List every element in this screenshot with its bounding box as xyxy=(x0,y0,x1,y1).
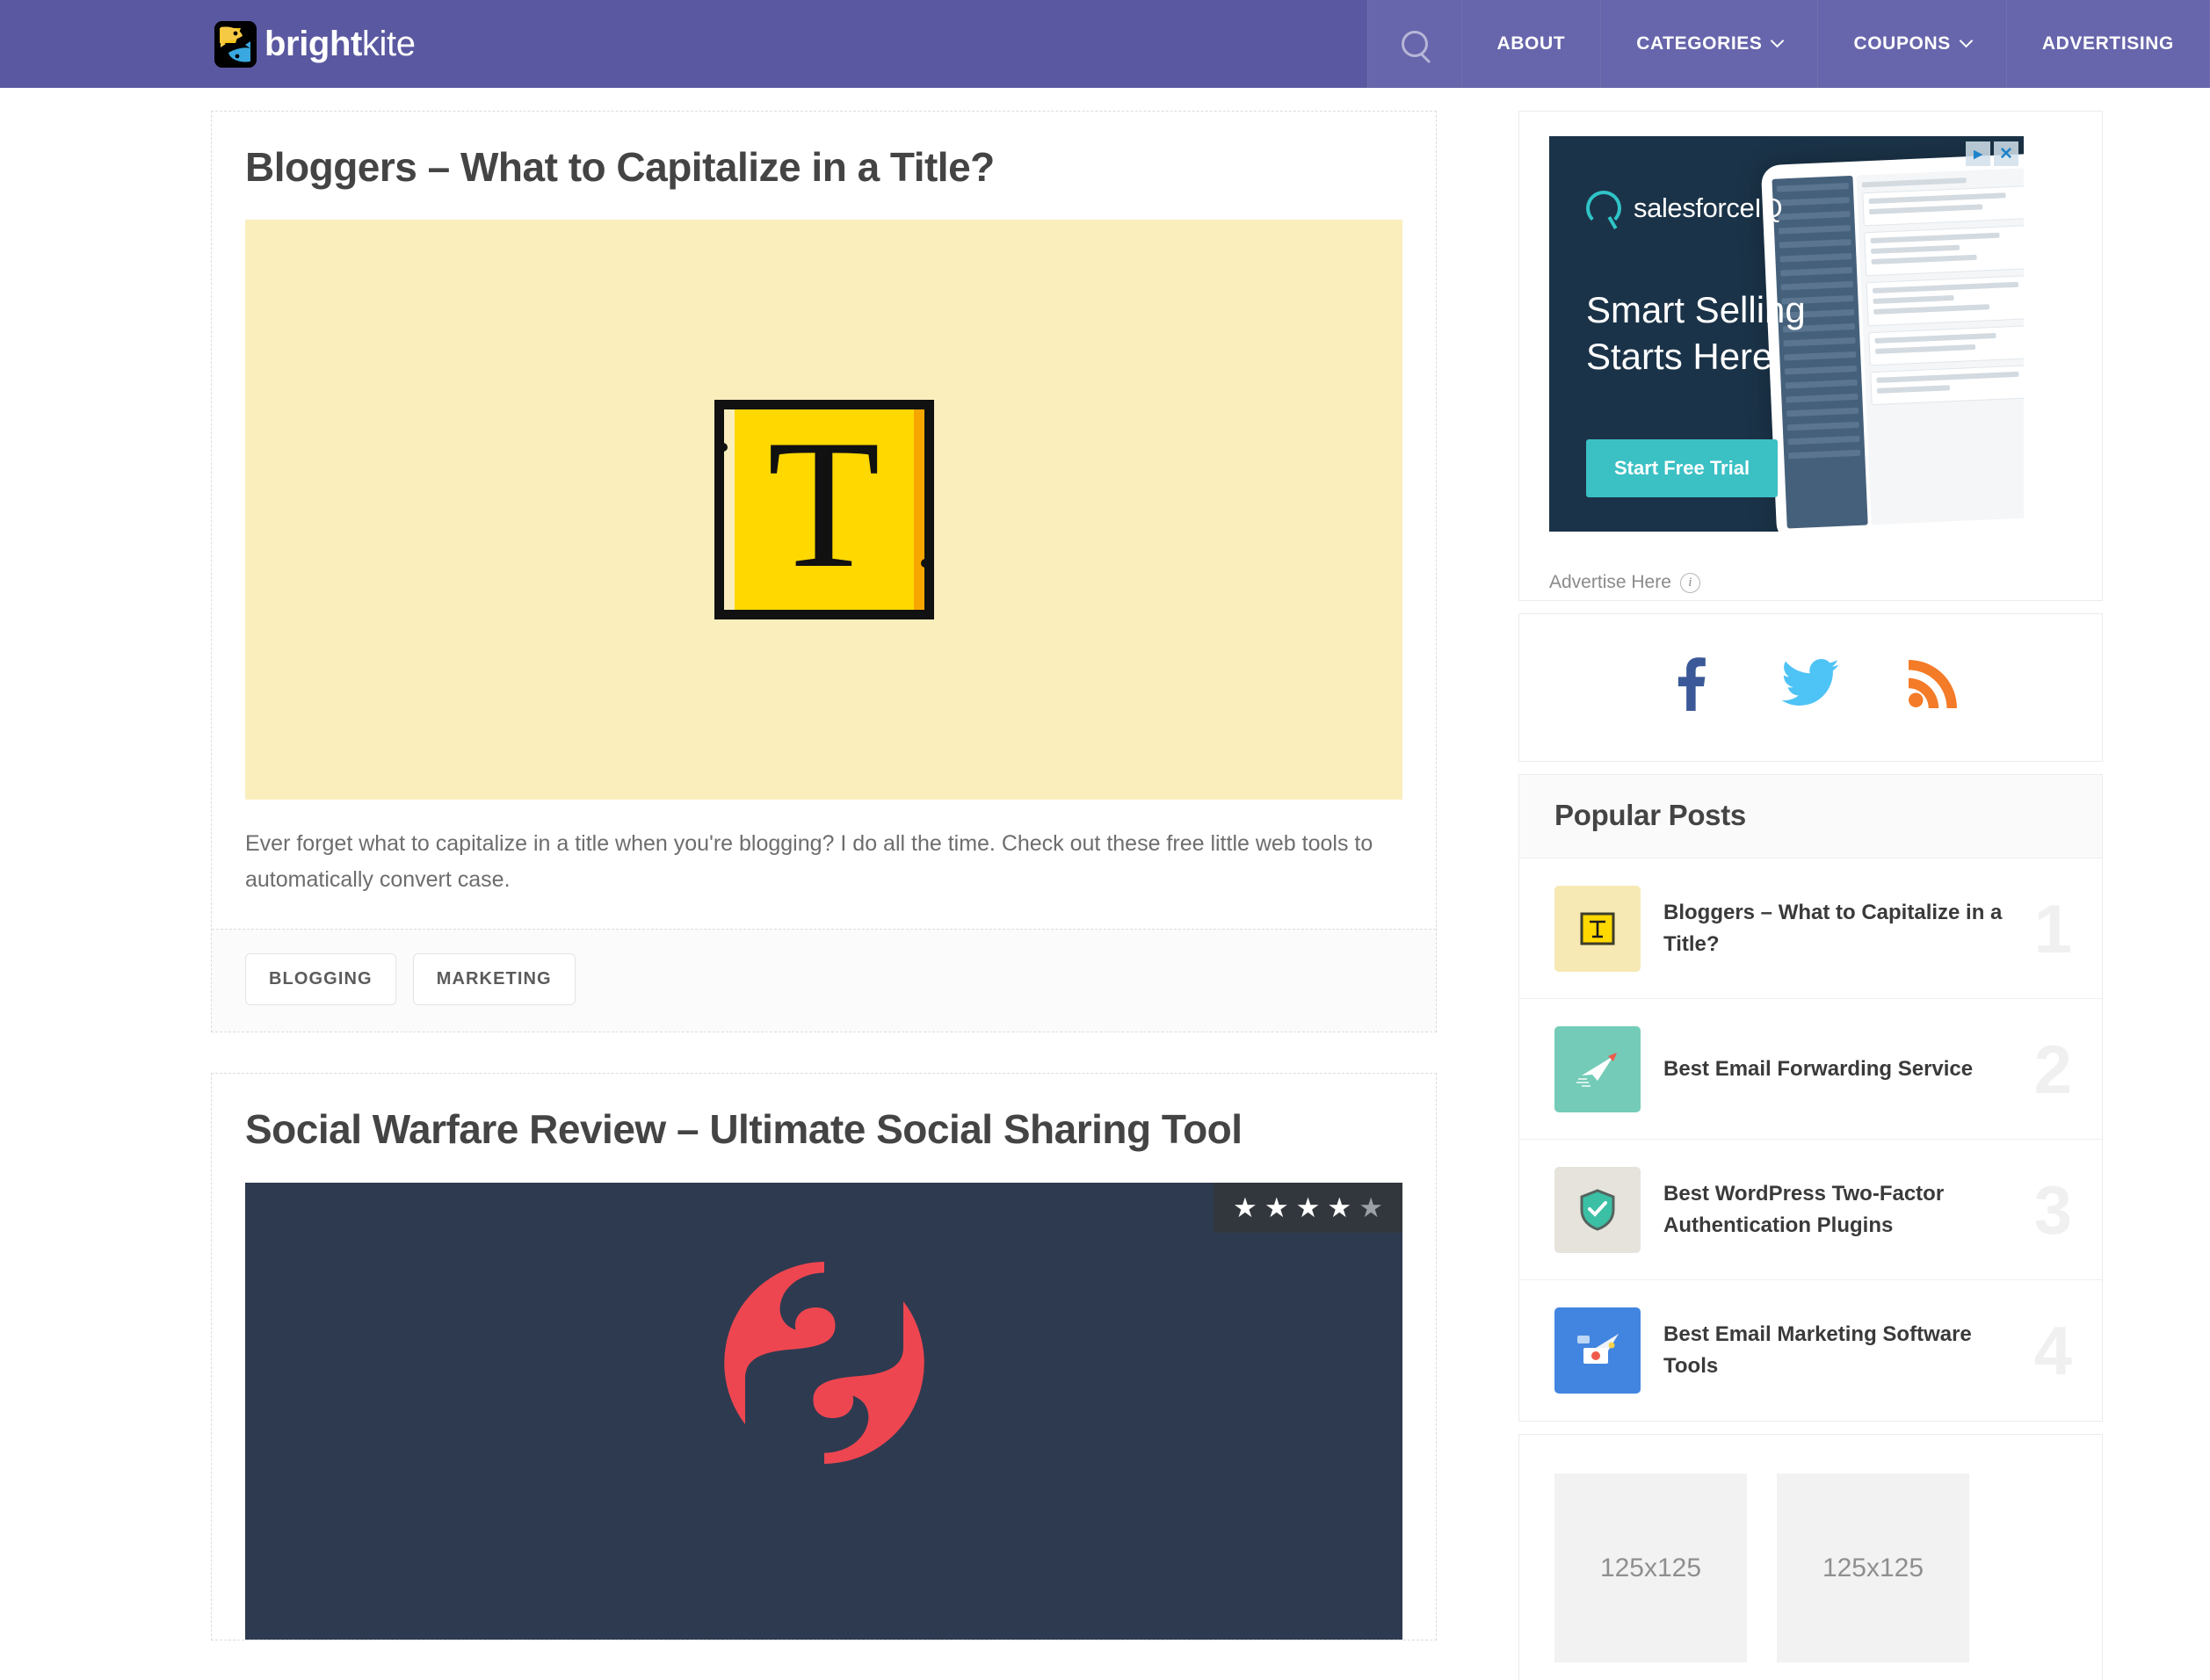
ad-brand: salesforceIQ xyxy=(1586,191,1783,226)
adchoices-icon[interactable]: ▸ xyxy=(1966,141,1990,166)
nav-label: ABOUT xyxy=(1496,33,1566,54)
search-button[interactable] xyxy=(1366,0,1462,88)
site-logo[interactable]: brightkite xyxy=(0,0,416,88)
advertise-here-label: Advertise Here xyxy=(1549,572,1671,592)
ad-headline-line1: Smart Selling xyxy=(1586,289,1806,330)
ad-controls: ▸ ✕ xyxy=(1966,141,2018,166)
popular-post-rank: 4 xyxy=(2033,1312,2072,1389)
advertisement-banner[interactable]: ▸ ✕ salesforceIQ Smart Selling Starts He… xyxy=(1549,136,2024,532)
two-fish-icon xyxy=(214,20,257,68)
popular-post-title: Best WordPress Two-Factor Authentication… xyxy=(1663,1181,1945,1237)
nav-item-about[interactable]: ABOUT xyxy=(1461,0,1602,88)
nav-item-categories[interactable]: CATEGORIES xyxy=(1601,0,1819,88)
popular-posts-header: Popular Posts xyxy=(1519,775,2102,858)
popular-posts-widget: Popular Posts Bloggers – What to Capital… xyxy=(1518,774,2103,1422)
ad-brand-name: salesforceIQ xyxy=(1634,192,1783,223)
primary-navigation: ABOUT CATEGORIES COUPONS ADVERTISING xyxy=(1366,0,2210,88)
popular-post-item[interactable]: Best Email Marketing Software Tools 4 xyxy=(1519,1280,2102,1421)
nav-label: COUPONS xyxy=(1853,33,1951,54)
close-icon[interactable]: ✕ xyxy=(1994,141,2018,166)
nav-item-advertising[interactable]: ADVERTISING xyxy=(2006,0,2210,88)
tag-chip-marketing[interactable]: MARKETING xyxy=(412,953,576,1006)
info-icon[interactable]: i xyxy=(1679,572,1700,593)
email-marketing-icon xyxy=(1554,1307,1641,1394)
post-card: Bloggers – What to Capitalize in a Title… xyxy=(211,111,1437,1033)
popular-post-title: Bloggers – What to Capitalize in a Title… xyxy=(1663,900,2003,956)
star-icon: ★ xyxy=(1295,1191,1321,1223)
square-ads-widget: 125x125 125x125 xyxy=(1518,1434,2103,1680)
paper-plane-icon xyxy=(1554,1025,1641,1112)
post-title[interactable]: Bloggers – What to Capitalize in a Title… xyxy=(245,143,1402,191)
chevron-down-icon xyxy=(1771,33,1785,47)
sidebar: ▸ ✕ salesforceIQ Smart Selling Starts He… xyxy=(1518,111,2103,1680)
ad-cta-button[interactable]: Start Free Trial xyxy=(1586,439,1779,497)
tag-chip-blogging[interactable]: BLOGGING xyxy=(245,953,396,1006)
star-rating-badge: ★ ★ ★ ★ ★ xyxy=(1214,1182,1402,1233)
logo-wordmark: brightkite xyxy=(264,25,416,63)
capital-letter-t-icon: T xyxy=(714,400,934,620)
star-icon: ★ xyxy=(1264,1191,1289,1223)
post-card: Social Warfare Review – Ultimate Social … xyxy=(211,1073,1437,1640)
popular-post-rank: 3 xyxy=(2033,1170,2072,1249)
nav-label: ADVERTISING xyxy=(2041,33,2174,54)
popular-post-rank: 2 xyxy=(2033,1030,2072,1108)
social-warfare-s-logo xyxy=(714,1253,934,1477)
popular-post-item[interactable]: Bloggers – What to Capitalize in a Title… xyxy=(1519,858,2102,999)
post-featured-image[interactable]: ★ ★ ★ ★ ★ xyxy=(245,1182,1402,1640)
popular-post-item[interactable]: Best WordPress Two-Factor Authentication… xyxy=(1519,1140,2102,1280)
post-title-text: Social Warfare Review – Ultimate Social … xyxy=(245,1106,1243,1153)
star-half-icon: ★ xyxy=(1359,1191,1383,1223)
nav-item-coupons[interactable]: COUPONS xyxy=(1818,0,2007,88)
star-icon: ★ xyxy=(1233,1191,1257,1223)
post-featured-image[interactable]: T xyxy=(245,220,1402,800)
square-ad-slot[interactable]: 125x125 xyxy=(1777,1474,1969,1662)
popular-post-title: Best Email Marketing Software Tools xyxy=(1663,1322,1972,1378)
salesforceiq-logo-icon xyxy=(1586,191,1621,226)
chevron-down-icon xyxy=(1959,33,1974,47)
post-title-text: Bloggers – What to Capitalize in a Title… xyxy=(245,144,995,190)
square-ad-slot[interactable]: 125x125 xyxy=(1554,1474,1747,1662)
popular-post-rank: 1 xyxy=(2033,889,2072,967)
search-icon xyxy=(1401,31,1428,57)
main-content: Bloggers – What to Capitalize in a Title… xyxy=(211,111,1437,1680)
popular-posts-heading: Popular Posts xyxy=(1554,799,1746,831)
sidebar-ad-widget: ▸ ✕ salesforceIQ Smart Selling Starts He… xyxy=(1518,111,2103,601)
social-links-widget xyxy=(1518,613,2103,762)
post-title[interactable]: Social Warfare Review – Ultimate Social … xyxy=(245,1105,1402,1153)
page-layout: Bloggers – What to Capitalize in a Title… xyxy=(0,88,2210,1680)
post-excerpt: Ever forget what to capitalize in a titl… xyxy=(245,831,1373,892)
header-spacer xyxy=(416,0,1367,88)
popular-post-item[interactable]: Best Email Forwarding Service 2 xyxy=(1519,999,2102,1140)
rss-icon[interactable] xyxy=(1906,657,1959,714)
advertise-here-row[interactable]: Advertise Here i xyxy=(1519,554,2102,600)
facebook-icon[interactable] xyxy=(1663,656,1714,715)
nav-label: CATEGORIES xyxy=(1636,33,1763,54)
ad-headline: Smart Selling Starts Here xyxy=(1586,287,1806,380)
capital-letter-t-icon xyxy=(1554,885,1641,972)
twitter-icon[interactable] xyxy=(1780,659,1839,713)
post-tags: BLOGGING MARKETING xyxy=(212,929,1436,1032)
site-header: brightkite ABOUT CATEGORIES COUPONS ADVE… xyxy=(0,0,2210,88)
ad-headline-line2: Starts Here xyxy=(1586,335,1773,377)
star-icon: ★ xyxy=(1327,1191,1352,1223)
shield-check-icon xyxy=(1554,1166,1641,1253)
popular-post-title: Best Email Forwarding Service xyxy=(1663,1056,1974,1081)
